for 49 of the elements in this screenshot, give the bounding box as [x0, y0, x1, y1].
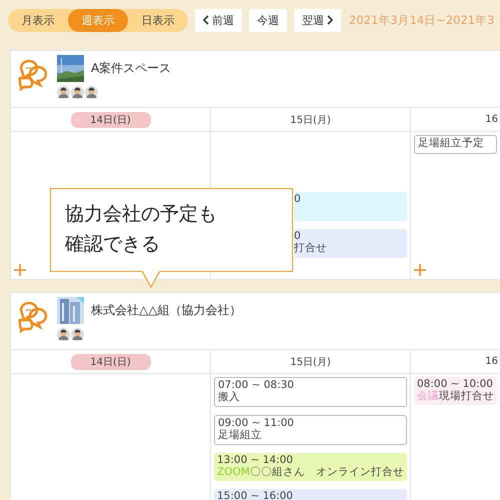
event-title: 足場組立予定	[418, 138, 485, 150]
avatar	[57, 86, 70, 99]
view-tab[interactable]: 月表示	[8, 8, 68, 32]
nav-button[interactable]: 今週	[249, 8, 287, 32]
event-time: 15:00 ~ 16:00	[217, 491, 294, 500]
day-label: 14日(日)	[70, 112, 150, 128]
event-time: 13:00 ~ 14:00	[217, 455, 294, 466]
event-title: 足場組立	[218, 430, 263, 441]
day-label: 14日(日)	[70, 354, 150, 370]
chat-bubbles-icon	[17, 301, 49, 333]
day-label: 16	[485, 355, 499, 368]
nav-button[interactable]: 翌週	[294, 8, 341, 32]
avatar	[71, 328, 84, 341]
plus-icon	[14, 264, 26, 276]
nav-button[interactable]: 前週	[195, 8, 242, 32]
event-time: 0	[294, 194, 302, 206]
event-card[interactable]: 0	[294, 192, 407, 221]
event-time: 07:00 ~ 08:30	[218, 380, 295, 391]
event-card[interactable]: 07:00 ~ 08:30 搬入	[214, 377, 407, 407]
add-button[interactable]	[414, 264, 426, 276]
plus-icon	[414, 264, 426, 276]
date-range: 2021年3月14日~2021年3	[349, 12, 494, 28]
event-title: 打合せ	[294, 242, 328, 254]
day-label: 16	[485, 113, 499, 126]
event-card[interactable]: 0 打合せ	[294, 229, 407, 258]
chevron-left-icon	[203, 15, 209, 25]
event-time: 09:00 ~ 11:00	[218, 418, 295, 429]
callout-text: 協力会社の予定も確認できる	[65, 202, 218, 257]
chevron-right-icon	[327, 15, 333, 25]
event-card[interactable]: 15:00 ~ 16:00	[214, 489, 407, 500]
event-card[interactable]: 足場組立予定	[414, 135, 497, 154]
space-title: A案件スペース	[91, 60, 172, 77]
view-tab[interactable]: 日表示	[128, 8, 188, 32]
chat-bubbles-icon	[17, 59, 49, 91]
event-title: 搬入	[218, 392, 241, 403]
day-label: 15日(月)	[289, 356, 332, 370]
avatar	[85, 86, 98, 99]
event-card[interactable]: 13:00 ~ 14:00 ZOOM〇〇組さん オンライン打合せ	[214, 453, 407, 481]
event-time: 08:00 ~ 10:00	[417, 379, 494, 390]
event-time: 0	[294, 231, 302, 242]
avatar	[71, 86, 84, 99]
day-label: 15日(月)	[289, 114, 332, 128]
event-title: ZOOM〇〇組さん オンライン打合せ	[217, 466, 404, 478]
event-card[interactable]: 08:00 ~ 10:00 会議現場打合せ	[414, 377, 497, 405]
event-title: 会議現場打合せ	[417, 390, 494, 402]
avatar	[57, 328, 70, 341]
event-card[interactable]: 09:00 ~ 11:00 足場組立	[214, 415, 407, 445]
space-title: 株式会社△△組（協力会社）	[91, 302, 242, 319]
add-button[interactable]	[14, 264, 26, 276]
